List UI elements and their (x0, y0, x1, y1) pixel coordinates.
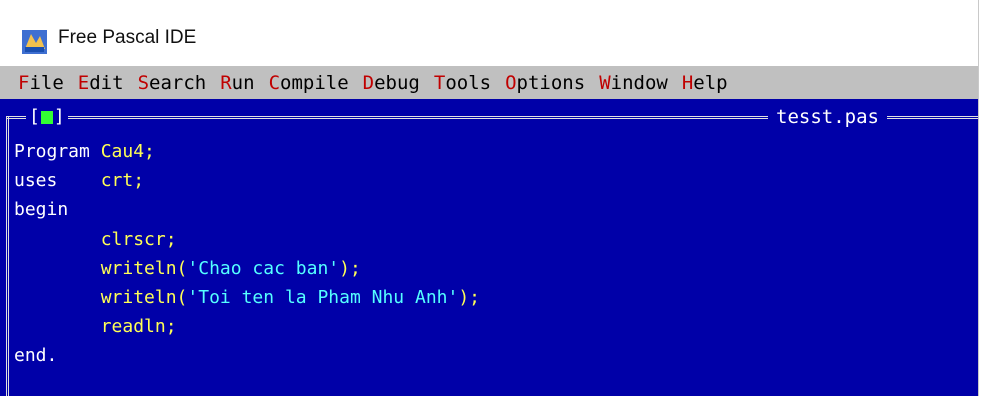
free-pascal-app-icon (22, 30, 47, 54)
menu-search[interactable]: Search (138, 72, 207, 94)
code-line: begin (14, 199, 69, 221)
code-line: writeln('Chao cac ban'); (100, 257, 361, 279)
menu-edit[interactable]: Edit (78, 72, 124, 94)
menu-debug[interactable]: Debug (363, 72, 420, 94)
menu-window[interactable]: Window (599, 72, 668, 94)
code-line: writeln('Toi ten la Pham Nhu Anh'); (100, 287, 481, 309)
window-title: Free Pascal IDE (58, 27, 197, 48)
menu-bar: File Edit Search Run Compile Debug Tools… (0, 66, 978, 99)
menu-run[interactable]: Run (220, 72, 254, 94)
code-line: Program Cau4; (14, 141, 155, 162)
menu-help[interactable]: Help (682, 72, 728, 94)
code-line: uses crt; (14, 170, 145, 192)
menu-compile[interactable]: Compile (269, 72, 349, 94)
code-line: end. (14, 345, 58, 367)
title-bar[interactable]: Free Pascal IDE (0, 0, 978, 62)
editor-file-name: tesst.pas (768, 104, 887, 130)
menu-file[interactable]: File (18, 72, 64, 94)
ide-window: Free Pascal IDE File Edit Search Run Com… (0, 0, 979, 396)
close-square-icon (40, 110, 53, 124)
code-line: readln; (100, 316, 177, 338)
editor-frame-left (6, 116, 9, 396)
code-line: clrscr; (100, 228, 177, 250)
menu-options[interactable]: Options (505, 72, 585, 94)
menu-tools[interactable]: Tools (434, 72, 491, 94)
editor-close-box[interactable]: [] (26, 104, 68, 130)
code-editor[interactable]: Program Cau4; uses crt; begin clrscr; wr… (14, 137, 480, 371)
